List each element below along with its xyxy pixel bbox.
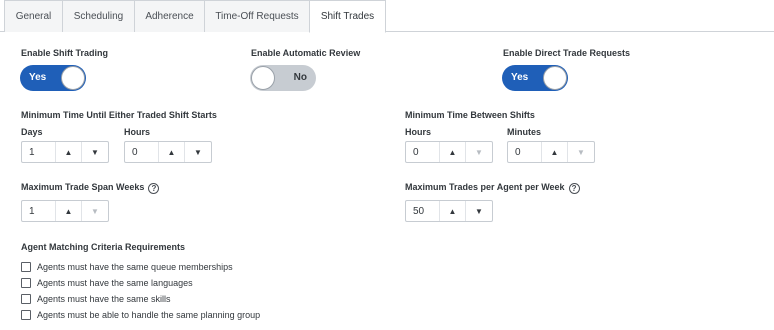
max-trade-span-value[interactable]: 1: [22, 201, 56, 221]
minutes-stepper[interactable]: 0 ▲ ▼: [507, 141, 595, 163]
checkbox[interactable]: [21, 278, 31, 288]
criteria-checkbox-row[interactable]: Agents must have the same languages: [21, 276, 193, 290]
criteria-checkbox-row[interactable]: Agents must have the same skills: [21, 292, 171, 306]
tab-scheduling[interactable]: Scheduling: [62, 0, 135, 32]
between-hours-stepper[interactable]: 0 ▲ ▼: [405, 141, 493, 163]
criteria-checkbox-row[interactable]: Agents must have the same queue membersh…: [21, 260, 233, 274]
increment-button[interactable]: ▲: [440, 201, 466, 221]
toggle-knob: [543, 66, 567, 90]
toggle-state-label: Yes: [29, 72, 47, 83]
increment-button[interactable]: ▲: [440, 142, 466, 162]
toggle-knob: [61, 66, 85, 90]
min-time-traded-shift-label: Minimum Time Until Either Traded Shift S…: [21, 110, 217, 120]
between-hours-label: Hours: [405, 127, 432, 137]
tab-shift-trades[interactable]: Shift Trades: [309, 0, 386, 33]
tab-general[interactable]: General: [4, 0, 63, 32]
chevron-up-icon: ▲: [167, 147, 176, 157]
hours-label: Hours: [124, 127, 151, 137]
increment-button[interactable]: ▲: [159, 142, 185, 162]
checkbox[interactable]: [21, 294, 31, 304]
max-trades-per-week-label: Maximum Trades per Agent per Week?: [405, 182, 580, 194]
days-value[interactable]: 1: [22, 142, 56, 162]
chevron-up-icon: ▲: [448, 206, 457, 216]
checkbox-label: Agents must be able to handle the same p…: [37, 310, 261, 320]
tab-time-off-requests[interactable]: Time-Off Requests: [204, 0, 310, 32]
chevron-down-icon: ▼: [91, 147, 99, 157]
decrement-button[interactable]: ▼: [466, 142, 492, 162]
minutes-label: Minutes: [507, 127, 542, 137]
days-stepper[interactable]: 1 ▲ ▼: [21, 141, 109, 163]
checkbox-label: Agents must have the same languages: [37, 278, 193, 288]
chevron-up-icon: ▲: [64, 206, 73, 216]
decrement-button[interactable]: ▼: [185, 142, 211, 162]
chevron-down-icon: ▼: [475, 147, 483, 157]
min-time-between-shifts-label: Minimum Time Between Shifts: [405, 110, 535, 120]
max-trade-span-weeks-text: Maximum Trade Span Weeks: [21, 182, 145, 192]
criteria-checkbox-row[interactable]: Agents must be able to handle the same p…: [21, 308, 260, 322]
chevron-down-icon: ▼: [194, 147, 202, 157]
checkbox[interactable]: [21, 310, 31, 320]
chevron-down-icon: ▼: [577, 147, 585, 157]
decrement-button[interactable]: ▼: [82, 201, 108, 221]
toggle-state-label: Yes: [511, 72, 529, 83]
checkbox-label: Agents must have the same queue membersh…: [37, 262, 233, 272]
chevron-up-icon: ▲: [448, 147, 457, 157]
chevron-down-icon: ▼: [475, 206, 483, 216]
toggle-state-label: No: [293, 72, 307, 83]
checkbox[interactable]: [21, 262, 31, 272]
help-icon[interactable]: ?: [568, 183, 580, 194]
hours-stepper[interactable]: 0 ▲ ▼: [124, 141, 212, 163]
days-label: Days: [21, 127, 43, 137]
tab-adherence[interactable]: Adherence: [134, 0, 205, 32]
max-trades-value[interactable]: 50: [406, 201, 440, 221]
enable-shift-trading-label: Enable Shift Trading: [21, 48, 109, 58]
hours-value[interactable]: 0: [125, 142, 159, 162]
enable-automatic-review-label: Enable Automatic Review: [251, 48, 361, 58]
max-trade-span-stepper[interactable]: 1 ▲ ▼: [21, 200, 109, 222]
chevron-down-icon: ▼: [91, 206, 99, 216]
enable-direct-trade-requests-toggle[interactable]: Yes: [502, 65, 568, 91]
tab-bar: General Scheduling Adherence Time-Off Re…: [0, 0, 774, 33]
enable-shift-trading-toggle[interactable]: Yes: [20, 65, 86, 91]
enable-direct-trade-requests-label: Enable Direct Trade Requests: [503, 48, 631, 58]
increment-button[interactable]: ▲: [56, 201, 82, 221]
max-trade-span-weeks-label: Maximum Trade Span Weeks?: [21, 182, 160, 194]
increment-button[interactable]: ▲: [56, 142, 82, 162]
chevron-up-icon: ▲: [64, 147, 73, 157]
chevron-up-icon: ▲: [550, 147, 559, 157]
minutes-value[interactable]: 0: [508, 142, 542, 162]
toggle-knob: [251, 66, 275, 90]
checkbox-label: Agents must have the same skills: [37, 294, 171, 304]
decrement-button[interactable]: ▼: [82, 142, 108, 162]
decrement-button[interactable]: ▼: [568, 142, 594, 162]
agent-matching-criteria-label: Agent Matching Criteria Requirements: [21, 242, 186, 252]
between-hours-value[interactable]: 0: [406, 142, 440, 162]
max-trades-per-week-text: Maximum Trades per Agent per Week: [405, 182, 565, 192]
enable-automatic-review-toggle[interactable]: No: [250, 65, 316, 91]
help-icon[interactable]: ?: [148, 183, 160, 194]
max-trades-stepper[interactable]: 50 ▲ ▼: [405, 200, 493, 222]
increment-button[interactable]: ▲: [542, 142, 568, 162]
decrement-button[interactable]: ▼: [466, 201, 492, 221]
